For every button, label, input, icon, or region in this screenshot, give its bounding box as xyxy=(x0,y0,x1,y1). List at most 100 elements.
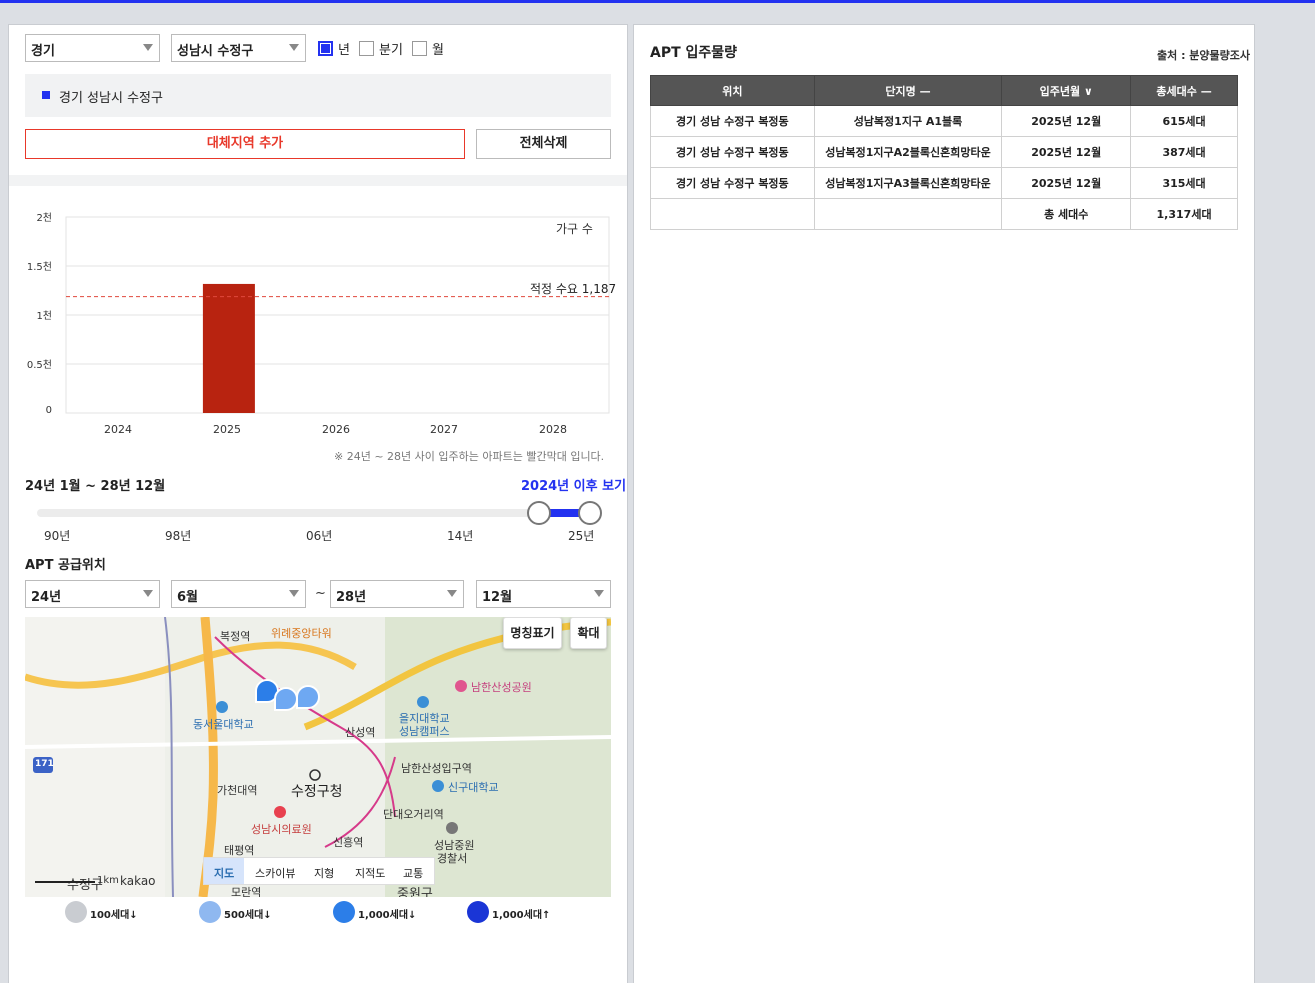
to-month-value: 12월 xyxy=(482,590,513,605)
map-label: 복정역 xyxy=(220,630,251,643)
cell-complex: 성남복정1지구A2블록신혼희망타운 xyxy=(813,136,1003,168)
to-year-value: 28년 xyxy=(336,590,367,605)
chevron-down-icon xyxy=(143,590,153,597)
cell-empty xyxy=(813,198,1003,230)
map-label: 성남캠퍼스 xyxy=(399,725,450,738)
y-tick-label: 0.5천 xyxy=(26,360,52,371)
year-label: 년 xyxy=(338,43,350,58)
chevron-down-icon xyxy=(594,590,604,597)
quarter-label: 분기 xyxy=(379,43,403,58)
legend-label: 500세대↓ xyxy=(224,910,272,921)
cell-location: 경기 성남 수정구 복정동 xyxy=(650,105,815,137)
slider-label: 14년 xyxy=(447,529,474,543)
x-tick-label: 2026 xyxy=(322,423,350,436)
y-tick-label: 0 xyxy=(45,405,52,416)
map-type-cadastral[interactable]: 지적도 xyxy=(355,865,385,881)
cell-households: 387세대 xyxy=(1130,136,1238,168)
map-label: 모란역 xyxy=(231,886,262,897)
cell-households: 315세대 xyxy=(1130,167,1238,199)
map-type-traffic[interactable]: 교통 xyxy=(403,865,423,881)
from-year-value: 24년 xyxy=(31,590,62,605)
map-label: 중원구 xyxy=(397,887,433,897)
x-tick-label: 2028 xyxy=(539,423,567,436)
map-label: 신구대학교 xyxy=(448,781,499,794)
map-label: 태평역 xyxy=(224,844,255,857)
range-start-handle[interactable] xyxy=(527,501,551,525)
slider-label: 98년 xyxy=(165,529,192,543)
x-tick-label: 2025 xyxy=(213,423,241,436)
map-type-map[interactable]: 지도 xyxy=(214,865,234,881)
legend-label: 1,000세대↓ xyxy=(358,910,417,921)
supply-bar-chart xyxy=(65,216,610,414)
top-accent-line xyxy=(0,0,1315,3)
map-label: 남한산성입구역 xyxy=(401,762,472,775)
quarter-checkbox[interactable] xyxy=(359,41,374,56)
add-alt-region-button[interactable]: 대체지역 추가 xyxy=(25,129,465,159)
map-type-skyview[interactable]: 스카이뷰 xyxy=(255,865,295,881)
cell-move-in: 2025년 12월 xyxy=(1001,167,1132,199)
cell-complex: 성남복정1지구A3블록신혼희망타운 xyxy=(813,167,1003,199)
chart-note: ※ 24년 ~ 28년 사이 입주하는 아파트는 빨간막대 입니다. xyxy=(334,450,605,463)
year-checkbox[interactable] xyxy=(318,41,333,56)
cell-complex: 성남복정1지구 A1블록 xyxy=(813,105,1003,137)
supply-pin-icon[interactable] xyxy=(296,685,320,709)
province-select[interactable]: 경기 xyxy=(25,34,160,62)
to-month-select[interactable]: 12월 xyxy=(476,580,611,608)
map-zoom-button[interactable]: 확대 xyxy=(570,617,607,649)
section-divider xyxy=(9,175,627,186)
cell-location: 경기 성남 수정구 복정동 xyxy=(650,136,815,168)
table-row: 경기 성남 수정구 복정동 성남복정1지구A2블록신혼희망타운 2025년 12… xyxy=(650,136,1238,168)
y-tick-label: 1.5천 xyxy=(26,262,52,273)
slider-label: 90년 xyxy=(44,529,71,543)
source-note: 출처 : 분양물량조사 xyxy=(1157,49,1251,62)
chevron-down-icon xyxy=(289,44,299,51)
from-year-select[interactable]: 24년 xyxy=(25,580,160,608)
slider-label: 06년 xyxy=(306,529,333,543)
total-value: 1,317세대 xyxy=(1130,198,1238,230)
table-title: APT 입주물량 xyxy=(650,45,738,61)
delete-all-button[interactable]: 전체삭제 xyxy=(476,129,611,159)
bar-2025 xyxy=(202,283,255,413)
right-panel: APT 입주물량 출처 : 분양물량조사 위치 단지명 — 입주년월 ∨ 총세대… xyxy=(633,24,1255,983)
region-marker-icon xyxy=(42,91,50,99)
year-range-slider-track[interactable] xyxy=(37,509,597,517)
map-scale-label: 1km xyxy=(97,875,119,886)
view-after-2024-link[interactable]: 2024년 이후 보기 xyxy=(521,475,626,494)
pin-icon xyxy=(199,901,221,923)
map-type-terrain[interactable]: 지형 xyxy=(314,865,334,881)
city-select[interactable]: 성남시 수정구 xyxy=(171,34,306,62)
to-year-select[interactable]: 28년 xyxy=(330,580,464,608)
province-value: 경기 xyxy=(31,44,55,59)
range-tilde: ~ xyxy=(315,586,326,601)
map-label: 가천대역 xyxy=(217,784,258,797)
range-end-handle[interactable] xyxy=(578,501,602,525)
table-total-row: 총 세대수 1,317세대 xyxy=(650,198,1238,230)
occupancy-table: 위치 단지명 — 입주년월 ∨ 총세대수 — 경기 성남 수정구 복정동 성남복… xyxy=(650,75,1238,230)
col-households-sort[interactable]: 총세대수 — xyxy=(1130,75,1238,106)
month-checkbox[interactable] xyxy=(412,41,427,56)
x-tick-label: 2024 xyxy=(104,423,132,436)
from-month-select[interactable]: 6월 xyxy=(171,580,306,608)
legend-label: 1,000세대↑ xyxy=(492,910,551,921)
table-row: 경기 성남 수정구 복정동 성남복정1지구A3블록신혼희망타운 2025년 12… xyxy=(650,167,1238,199)
city-value: 성남시 수정구 xyxy=(177,44,254,59)
map-scale-bar xyxy=(35,881,95,883)
total-label: 총 세대수 xyxy=(1001,198,1132,230)
col-move-in-sort[interactable]: 입주년월 ∨ xyxy=(1001,75,1132,106)
slider-label: 25년 xyxy=(568,529,595,543)
legend-label: 100세대↓ xyxy=(90,910,138,921)
col-complex-sort[interactable]: 단지명 — xyxy=(813,75,1003,106)
cell-move-in: 2025년 12월 xyxy=(1001,136,1132,168)
map-label: 신흥역 xyxy=(333,836,364,849)
y-tick-label: 2천 xyxy=(36,213,52,224)
chevron-down-icon xyxy=(447,590,457,597)
supply-pin-icon[interactable] xyxy=(274,687,298,711)
y-axis-label: 가구 수 xyxy=(556,222,593,236)
map-label: 수정구청 xyxy=(291,784,343,800)
table-row: 경기 성남 수정구 복정동 성남복정1지구 A1블록 2025년 12월 615… xyxy=(650,105,1238,137)
cell-households: 615세대 xyxy=(1130,105,1238,137)
range-label: 24년 1월 ~ 28년 12월 xyxy=(25,479,166,494)
map-names-toggle-button[interactable]: 명칭표기 xyxy=(503,617,562,649)
map-background xyxy=(25,617,611,897)
supply-map[interactable]: 복정역 위례중앙타워 남한산성공원 동서울대학교 을지대학교 성남캠퍼스 산성역… xyxy=(25,617,611,897)
